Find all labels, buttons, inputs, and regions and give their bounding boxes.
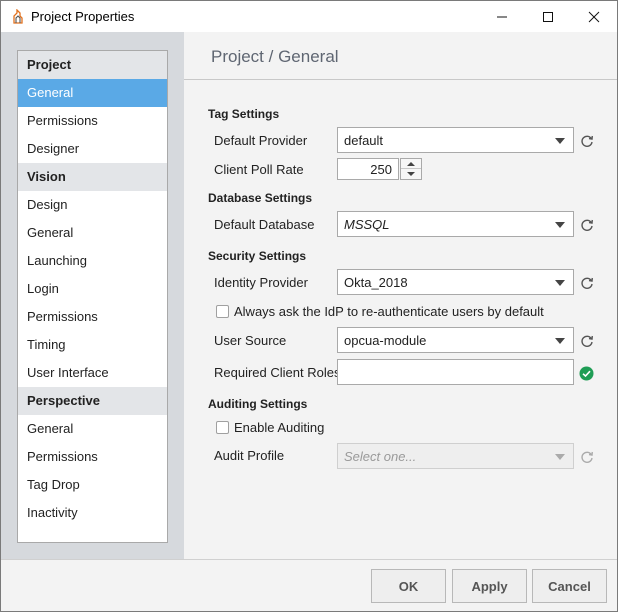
- client-poll-rate-input[interactable]: 250: [337, 158, 399, 180]
- spinner-down-button[interactable]: [401, 169, 421, 179]
- default-provider-label: Default Provider: [214, 133, 308, 148]
- page-title: Project / General: [211, 47, 339, 66]
- refresh-icon[interactable]: [580, 450, 594, 464]
- refresh-icon[interactable]: [580, 218, 594, 232]
- reauth-checkbox[interactable]: [216, 305, 229, 318]
- enable-auditing-checkbox[interactable]: [216, 421, 229, 434]
- tag-settings-title: Tag Settings: [208, 107, 280, 121]
- close-icon: [588, 11, 600, 22]
- nav-group-vision: Vision: [18, 163, 167, 191]
- refresh-icon[interactable]: [580, 334, 594, 348]
- user-source-label: User Source: [214, 333, 287, 348]
- chevron-down-icon: [555, 138, 565, 144]
- enable-auditing-label: Enable Auditing: [234, 420, 325, 435]
- identity-provider-value: Okta_2018: [344, 275, 408, 290]
- dialog-content: Project General Permissions Designer Vis…: [1, 32, 617, 559]
- nav-group-project: Project: [18, 51, 167, 79]
- refresh-icon[interactable]: [580, 134, 594, 148]
- client-poll-rate-stepper: [400, 158, 422, 180]
- nav-item-perspective-tag-drop[interactable]: Tag Drop: [18, 471, 167, 499]
- required-client-roles-input[interactable]: [337, 359, 574, 385]
- nav-item-project-designer[interactable]: Designer: [18, 135, 167, 163]
- spinner-up-button[interactable]: [401, 159, 421, 169]
- default-provider-value: default: [344, 133, 384, 148]
- nav-item-project-permissions[interactable]: Permissions: [18, 107, 167, 135]
- audit-profile-placeholder: Select one...: [344, 449, 417, 464]
- nav-item-vision-permissions[interactable]: Permissions: [18, 303, 167, 331]
- minimize-icon: [497, 16, 507, 17]
- default-database-select[interactable]: MSSQL: [337, 211, 574, 237]
- title-bar: Project Properties: [1, 1, 617, 32]
- apply-button[interactable]: Apply: [452, 569, 527, 603]
- auditing-settings-title: Auditing Settings: [208, 397, 308, 411]
- settings-panel: Project / General Tag Settings Default P…: [184, 32, 617, 559]
- close-button[interactable]: [571, 1, 617, 32]
- required-client-roles-label: Required Client Roles: [214, 365, 341, 380]
- ok-button[interactable]: OK: [371, 569, 446, 603]
- triangle-up-icon: [407, 162, 415, 166]
- chevron-down-icon: [555, 338, 565, 344]
- default-provider-select[interactable]: default: [337, 127, 574, 153]
- maximize-button[interactable]: [525, 1, 571, 32]
- window-title: Project Properties: [31, 9, 135, 24]
- minimize-button[interactable]: [479, 1, 525, 32]
- user-source-value: opcua-module: [344, 333, 427, 348]
- chevron-down-icon: [555, 222, 565, 228]
- chevron-down-icon: [555, 454, 565, 460]
- nav-item-vision-launching[interactable]: Launching: [18, 247, 167, 275]
- triangle-down-icon: [407, 172, 415, 176]
- audit-profile-label: Audit Profile: [214, 448, 285, 463]
- default-database-value: MSSQL: [344, 217, 390, 232]
- ignition-flame-icon: [13, 9, 23, 24]
- database-settings-title: Database Settings: [208, 191, 313, 205]
- identity-provider-label: Identity Provider: [214, 275, 308, 290]
- user-source-select[interactable]: opcua-module: [337, 327, 574, 353]
- client-poll-rate-value: 250: [370, 162, 392, 177]
- dialog-footer: OK Apply Cancel: [1, 559, 617, 611]
- cancel-button[interactable]: Cancel: [532, 569, 607, 603]
- audit-profile-select[interactable]: Select one...: [337, 443, 574, 469]
- chevron-down-icon: [555, 280, 565, 286]
- refresh-icon[interactable]: [580, 276, 594, 290]
- nav-item-vision-timing[interactable]: Timing: [18, 331, 167, 359]
- identity-provider-select[interactable]: Okta_2018: [337, 269, 574, 295]
- nav-item-perspective-general[interactable]: General: [18, 415, 167, 443]
- nav-item-vision-general[interactable]: General: [18, 219, 167, 247]
- reauth-label: Always ask the IdP to re-authenticate us…: [234, 304, 544, 319]
- maximize-icon: [543, 11, 553, 22]
- nav-item-vision-design[interactable]: Design: [18, 191, 167, 219]
- security-settings-title: Security Settings: [208, 249, 307, 263]
- nav-item-vision-user-interface[interactable]: User Interface: [18, 359, 167, 387]
- project-properties-window: Project Properties Project General Permi…: [0, 0, 618, 612]
- client-poll-rate-label: Client Poll Rate: [214, 162, 304, 177]
- nav-item-perspective-inactivity[interactable]: Inactivity: [18, 499, 167, 527]
- nav-item-project-general[interactable]: General: [18, 79, 167, 107]
- default-database-label: Default Database: [214, 217, 315, 232]
- nav-group-perspective: Perspective: [18, 387, 167, 415]
- nav-item-vision-login[interactable]: Login: [18, 275, 167, 303]
- checkmark-circle-icon: [579, 366, 594, 381]
- nav-item-perspective-permissions[interactable]: Permissions: [18, 443, 167, 471]
- page-header: Project / General: [184, 32, 617, 80]
- settings-nav: Project General Permissions Designer Vis…: [17, 50, 168, 543]
